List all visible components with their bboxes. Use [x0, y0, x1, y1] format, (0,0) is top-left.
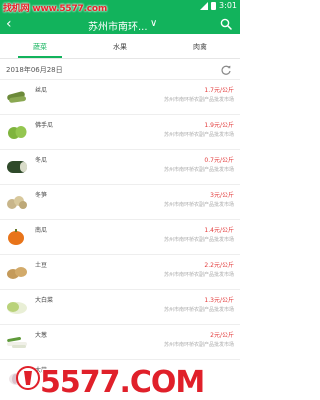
item-market: 苏州市南环桥农副产品批发市场 [163, 237, 234, 243]
refresh-icon[interactable] [220, 64, 232, 76]
item-price: 2元/公斤 [210, 332, 234, 339]
item-name: 佛手瓜 [35, 122, 54, 129]
napa-cabbage-image [7, 302, 27, 314]
tab-label: 水果 [113, 43, 127, 51]
item-market: 苏州市南环桥农副产品批发市场 [163, 132, 234, 138]
status-bar: 找机网 www.5577.com 3:01 [0, 0, 240, 14]
item-market: 苏州市南环桥农副产品批发市场 [163, 307, 234, 313]
watermark-text: 找机网 www.5577.com [3, 4, 108, 14]
chevron-down-icon[interactable]: ∨ [150, 15, 157, 33]
price-list: 丝瓜 1.7元/公斤 苏州市南环桥农副产品批发市场 佛手瓜 1.9元/公斤 苏州… [0, 79, 240, 394]
city-selector[interactable]: 苏州市南环... [88, 18, 148, 33]
item-price: 2.2元/公斤 [204, 262, 234, 269]
status-time: 3:01 [219, 1, 237, 10]
tab-vegetables[interactable]: 蔬菜 [0, 38, 80, 58]
item-price: 3元/公斤 [210, 192, 234, 199]
luffa-image [7, 91, 27, 103]
pumpkin-image [8, 229, 24, 245]
item-name: 大白菜 [35, 297, 54, 304]
search-icon[interactable] [220, 18, 232, 30]
tab-meat-poultry[interactable]: 肉禽 [160, 38, 240, 58]
category-tabs: 蔬菜 水果 肉禽 [0, 38, 240, 58]
item-market: 苏州市南环桥农副产品批发市场 [163, 202, 234, 208]
list-item[interactable]: 冬笋 3元/公斤 苏州市南环桥农副产品批发市场 [0, 184, 240, 219]
item-name: 冬瓜 [35, 157, 48, 164]
date-bar: 2018年06月28日 [0, 61, 240, 79]
app-header: ‹ 苏州市南环... ∨ [0, 14, 240, 34]
item-price: 1.4元/公斤 [204, 227, 234, 234]
battery-icon [211, 1, 217, 10]
item-market: 苏州市南环桥农副产品批发市场 [163, 97, 234, 103]
item-price: 1.9元/公斤 [204, 122, 234, 129]
item-name: 冬笋 [35, 192, 48, 199]
potato-image [7, 267, 27, 279]
list-item[interactable]: 丝瓜 1.7元/公斤 苏州市南环桥农副产品批发市场 [0, 79, 240, 114]
item-name: 丝瓜 [35, 87, 48, 94]
tab-label: 肉禽 [193, 43, 207, 51]
list-item[interactable]: 大葱 2元/公斤 苏州市南环桥农副产品批发市场 [0, 324, 240, 359]
chayote-image [8, 126, 27, 139]
status-icons: 3:01 [199, 1, 237, 10]
scallion-image [7, 337, 27, 348]
item-name: 土豆 [35, 262, 48, 269]
date-label: 2018年06月28日 [6, 66, 63, 74]
item-market: 苏州市南环桥农副产品批发市场 [163, 167, 234, 173]
divider [0, 58, 240, 59]
tab-fruits[interactable]: 水果 [80, 38, 160, 58]
item-market: 苏州市南环桥农副产品批发市场 [163, 272, 234, 278]
item-market: 苏州市南环桥农副产品批发市场 [163, 342, 234, 348]
item-price: 1.3元/公斤 [204, 297, 234, 304]
list-item[interactable]: 南瓜 1.4元/公斤 苏州市南环桥农副产品批发市场 [0, 219, 240, 254]
winter-bamboo-shoot-image [7, 196, 27, 209]
list-item[interactable]: 土豆 2.2元/公斤 苏州市南环桥农副产品批发市场 [0, 254, 240, 289]
signal-icon [199, 1, 209, 10]
watermark-overlay: 5577.COM [0, 361, 240, 400]
watermark-text: 5577.COM [39, 364, 206, 400]
item-name: 大葱 [35, 332, 48, 339]
list-item[interactable]: 冬瓜 0.7元/公斤 苏州市南环桥农副产品批发市场 [0, 149, 240, 184]
item-price: 1.7元/公斤 [204, 87, 234, 94]
back-arrow-icon[interactable]: ‹ [6, 15, 12, 33]
item-name: 南瓜 [35, 227, 48, 234]
watermark-logo-icon [16, 366, 40, 390]
list-item[interactable]: 佛手瓜 1.9元/公斤 苏州市南环桥农副产品批发市场 [0, 114, 240, 149]
item-price: 0.7元/公斤 [204, 157, 234, 164]
list-item[interactable]: 大白菜 1.3元/公斤 苏州市南环桥农副产品批发市场 [0, 289, 240, 324]
winter-melon-image [7, 161, 27, 173]
tab-label: 蔬菜 [33, 43, 47, 51]
